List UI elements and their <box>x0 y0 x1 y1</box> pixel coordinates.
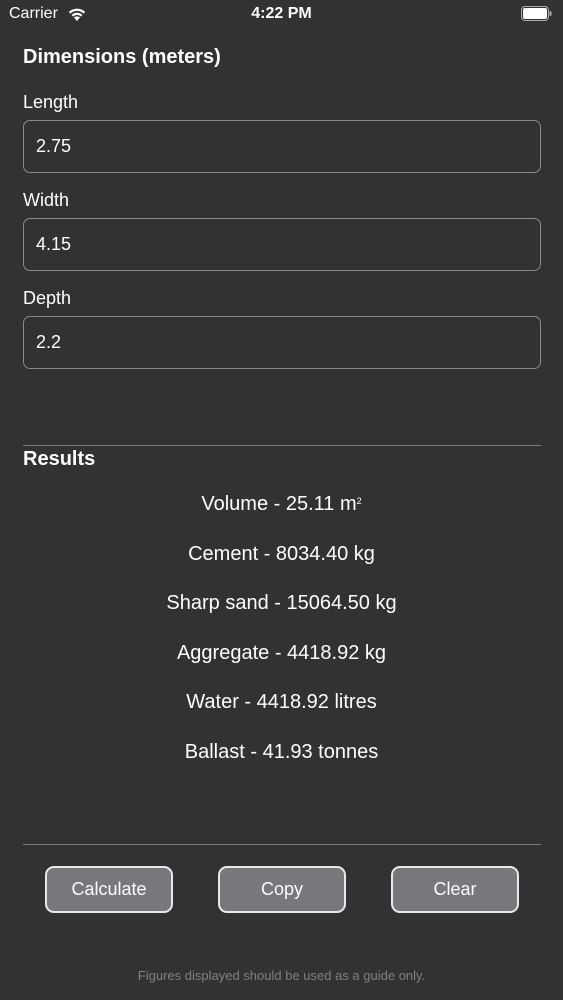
result-aggregate: Aggregate - 4418.92 kg <box>176 641 387 664</box>
result-water: Water - 4418.92 litres <box>186 691 377 713</box>
result-volume: Volume - 25.11 m2 <box>0 488 563 538</box>
depth-input[interactable] <box>23 316 541 369</box>
results-list: Volume - 25.11 m2 Cement - 8034.40 kg Sh… <box>0 488 563 785</box>
result-ballast: Ballast - 41.93 tonnes <box>184 740 379 763</box>
battery-icon <box>521 6 552 21</box>
result-sharp-sand: Sharp sand - 15064.50 kg <box>166 592 397 614</box>
copy-button[interactable]: Copy <box>218 866 346 913</box>
actions-divider <box>23 844 541 845</box>
length-label: Length <box>23 92 79 112</box>
calculate-button[interactable]: Calculate <box>45 866 173 913</box>
results-title: Results <box>23 448 96 470</box>
status-time: 4:22 PM <box>251 5 312 22</box>
result-cement: Cement - 8034.40 kg <box>188 542 375 565</box>
result-volume-unit-superscript: 2 <box>356 496 362 506</box>
clear-button[interactable]: Clear <box>391 866 519 913</box>
status-bar: Carrier 4:22 PM <box>0 0 563 30</box>
width-label: Width <box>23 190 70 210</box>
depth-label: Depth <box>23 288 72 308</box>
dimensions-title: Dimensions (meters) <box>23 46 221 68</box>
results-divider <box>23 445 541 446</box>
result-volume-text: Volume - 25.11 m <box>201 493 357 515</box>
disclaimer-text: Figures displayed should be used as a gu… <box>137 968 426 983</box>
length-input[interactable] <box>23 120 541 173</box>
width-input[interactable] <box>23 218 541 271</box>
